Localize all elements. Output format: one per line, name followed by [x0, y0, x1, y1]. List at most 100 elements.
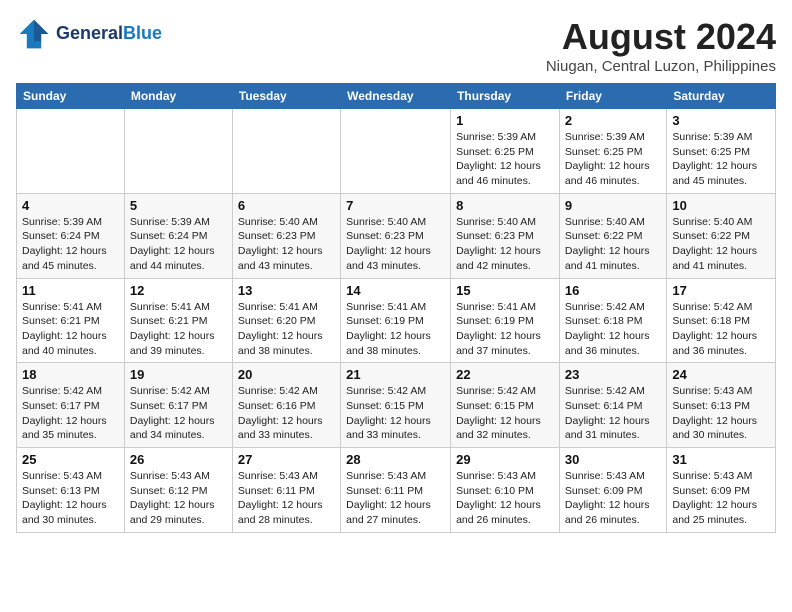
calendar-cell: 18 Sunrise: 5:42 AM Sunset: 6:17 PM Dayli… — [17, 363, 125, 448]
calendar-cell: 1 Sunrise: 5:39 AM Sunset: 6:25 PM Daylig… — [451, 109, 560, 194]
calendar-cell: 12 Sunrise: 5:41 AM Sunset: 6:21 PM Dayli… — [124, 278, 232, 363]
day-info: Sunrise: 5:39 AM Sunset: 6:25 PM Dayligh… — [672, 130, 770, 189]
day-info: Sunrise: 5:40 AM Sunset: 6:23 PM Dayligh… — [346, 215, 445, 274]
weekday-header-sunday: Sunday — [17, 84, 125, 109]
day-info: Sunrise: 5:43 AM Sunset: 6:10 PM Dayligh… — [456, 469, 554, 528]
day-info: Sunrise: 5:42 AM Sunset: 6:17 PM Dayligh… — [22, 384, 119, 443]
day-number: 1 — [456, 113, 554, 128]
day-info: Sunrise: 5:42 AM Sunset: 6:16 PM Dayligh… — [238, 384, 335, 443]
calendar-week-4: 18 Sunrise: 5:42 AM Sunset: 6:17 PM Dayli… — [17, 363, 776, 448]
calendar-cell: 6Sunrise: 5:40 AM Sunset: 6:23 PM Daylig… — [232, 193, 340, 278]
weekday-header-wednesday: Wednesday — [341, 84, 451, 109]
calendar-cell: 28 Sunrise: 5:43 AM Sunset: 6:11 PM Dayli… — [341, 448, 451, 533]
calendar-week-3: 11 Sunrise: 5:41 AM Sunset: 6:21 PM Dayli… — [17, 278, 776, 363]
calendar-cell: 23 Sunrise: 5:42 AM Sunset: 6:14 PM Dayli… — [559, 363, 666, 448]
day-number: 5 — [130, 198, 227, 213]
weekday-header-thursday: Thursday — [451, 84, 560, 109]
day-info: Sunrise: 5:43 AM Sunset: 6:11 PM Dayligh… — [346, 469, 445, 528]
day-info: Sunrise: 5:43 AM Sunset: 6:13 PM Dayligh… — [22, 469, 119, 528]
calendar-cell — [341, 109, 451, 194]
calendar-cell: 17Sunrise: 5:42 AM Sunset: 6:18 PM Dayli… — [667, 278, 776, 363]
calendar-table: SundayMondayTuesdayWednesdayThursdayFrid… — [16, 83, 776, 533]
day-info: Sunrise: 5:41 AM Sunset: 6:21 PM Dayligh… — [22, 300, 119, 359]
day-number: 14 — [346, 283, 445, 298]
day-info: Sunrise: 5:42 AM Sunset: 6:17 PM Dayligh… — [130, 384, 227, 443]
day-number: 27 — [238, 452, 335, 467]
day-info: Sunrise: 5:43 AM Sunset: 6:12 PM Dayligh… — [130, 469, 227, 528]
calendar-cell: 31Sunrise: 5:43 AM Sunset: 6:09 PM Dayli… — [667, 448, 776, 533]
day-number: 25 — [22, 452, 119, 467]
calendar-cell: 19 Sunrise: 5:42 AM Sunset: 6:17 PM Dayli… — [124, 363, 232, 448]
day-info: Sunrise: 5:43 AM Sunset: 6:09 PM Dayligh… — [672, 469, 770, 528]
calendar-cell: 2 Sunrise: 5:39 AM Sunset: 6:25 PM Daylig… — [559, 109, 666, 194]
day-info: Sunrise: 5:39 AM Sunset: 6:25 PM Dayligh… — [565, 130, 661, 189]
calendar-cell: 22 Sunrise: 5:42 AM Sunset: 6:15 PM Dayli… — [451, 363, 560, 448]
calendar-cell — [232, 109, 340, 194]
day-info: Sunrise: 5:42 AM Sunset: 6:14 PM Dayligh… — [565, 384, 661, 443]
day-number: 29 — [456, 452, 554, 467]
day-info: Sunrise: 5:41 AM Sunset: 6:19 PM Dayligh… — [346, 300, 445, 359]
day-info: Sunrise: 5:42 AM Sunset: 6:18 PM Dayligh… — [672, 300, 770, 359]
day-number: 22 — [456, 367, 554, 382]
day-number: 7 — [346, 198, 445, 213]
day-number: 4 — [22, 198, 119, 213]
calendar-cell — [17, 109, 125, 194]
day-number: 24 — [672, 367, 770, 382]
day-info: Sunrise: 5:40 AM Sunset: 6:22 PM Dayligh… — [565, 215, 661, 274]
day-number: 18 — [22, 367, 119, 382]
calendar-cell — [124, 109, 232, 194]
calendar-cell: 29 Sunrise: 5:43 AM Sunset: 6:10 PM Dayli… — [451, 448, 560, 533]
calendar-cell: 4Sunrise: 5:39 AM Sunset: 6:24 PM Daylig… — [17, 193, 125, 278]
calendar-cell: 20Sunrise: 5:42 AM Sunset: 6:16 PM Dayli… — [232, 363, 340, 448]
weekday-header-friday: Friday — [559, 84, 666, 109]
day-number: 30 — [565, 452, 661, 467]
day-number: 16 — [565, 283, 661, 298]
day-info: Sunrise: 5:41 AM Sunset: 6:20 PM Dayligh… — [238, 300, 335, 359]
logo-text: GeneralBlue — [56, 24, 162, 44]
day-number: 15 — [456, 283, 554, 298]
calendar-cell: 8Sunrise: 5:40 AM Sunset: 6:23 PM Daylig… — [451, 193, 560, 278]
month-title: August 2024 — [546, 16, 776, 58]
day-number: 19 — [130, 367, 227, 382]
logo-icon — [16, 16, 52, 52]
calendar-cell: 7 Sunrise: 5:40 AM Sunset: 6:23 PM Daylig… — [341, 193, 451, 278]
calendar-week-5: 25 Sunrise: 5:43 AM Sunset: 6:13 PM Dayli… — [17, 448, 776, 533]
day-info: Sunrise: 5:42 AM Sunset: 6:15 PM Dayligh… — [456, 384, 554, 443]
day-info: Sunrise: 5:39 AM Sunset: 6:25 PM Dayligh… — [456, 130, 554, 189]
calendar-week-1: 1 Sunrise: 5:39 AM Sunset: 6:25 PM Daylig… — [17, 109, 776, 194]
calendar-cell: 5 Sunrise: 5:39 AM Sunset: 6:24 PM Daylig… — [124, 193, 232, 278]
day-number: 10 — [672, 198, 770, 213]
calendar-cell: 13Sunrise: 5:41 AM Sunset: 6:20 PM Dayli… — [232, 278, 340, 363]
day-number: 28 — [346, 452, 445, 467]
calendar-week-2: 4 Sunrise: 5:39 AM Sunset: 6:24 PM Daylig… — [17, 193, 776, 278]
calendar-cell: 9 Sunrise: 5:40 AM Sunset: 6:22 PM Daylig… — [559, 193, 666, 278]
day-number: 9 — [565, 198, 661, 213]
weekday-header-row: SundayMondayTuesdayWednesdayThursdayFrid… — [17, 84, 776, 109]
day-info: Sunrise: 5:43 AM Sunset: 6:11 PM Dayligh… — [238, 469, 335, 528]
weekday-header-monday: Monday — [124, 84, 232, 109]
day-info: Sunrise: 5:39 AM Sunset: 6:24 PM Dayligh… — [130, 215, 227, 274]
title-block: August 2024 Niugan, Central Luzon, Phili… — [546, 16, 776, 75]
day-number: 12 — [130, 283, 227, 298]
day-number: 11 — [22, 283, 119, 298]
weekday-header-saturday: Saturday — [667, 84, 776, 109]
calendar-cell: 15 Sunrise: 5:41 AM Sunset: 6:19 PM Dayli… — [451, 278, 560, 363]
calendar-cell: 27 Sunrise: 5:43 AM Sunset: 6:11 PM Dayli… — [232, 448, 340, 533]
day-info: Sunrise: 5:40 AM Sunset: 6:23 PM Dayligh… — [456, 215, 554, 274]
page-header: GeneralBlue August 2024 Niugan, Central … — [16, 16, 776, 75]
calendar-cell: 30Sunrise: 5:43 AM Sunset: 6:09 PM Dayli… — [559, 448, 666, 533]
calendar-cell: 11 Sunrise: 5:41 AM Sunset: 6:21 PM Dayli… — [17, 278, 125, 363]
calendar-cell: 24 Sunrise: 5:43 AM Sunset: 6:13 PM Dayli… — [667, 363, 776, 448]
logo: GeneralBlue — [16, 16, 162, 52]
day-info: Sunrise: 5:41 AM Sunset: 6:21 PM Dayligh… — [130, 300, 227, 359]
calendar-cell: 10Sunrise: 5:40 AM Sunset: 6:22 PM Dayli… — [667, 193, 776, 278]
day-info: Sunrise: 5:41 AM Sunset: 6:19 PM Dayligh… — [456, 300, 554, 359]
day-number: 26 — [130, 452, 227, 467]
day-number: 3 — [672, 113, 770, 128]
day-info: Sunrise: 5:43 AM Sunset: 6:13 PM Dayligh… — [672, 384, 770, 443]
day-number: 2 — [565, 113, 661, 128]
day-number: 21 — [346, 367, 445, 382]
calendar-cell: 21 Sunrise: 5:42 AM Sunset: 6:15 PM Dayli… — [341, 363, 451, 448]
day-number: 23 — [565, 367, 661, 382]
day-info: Sunrise: 5:42 AM Sunset: 6:15 PM Dayligh… — [346, 384, 445, 443]
